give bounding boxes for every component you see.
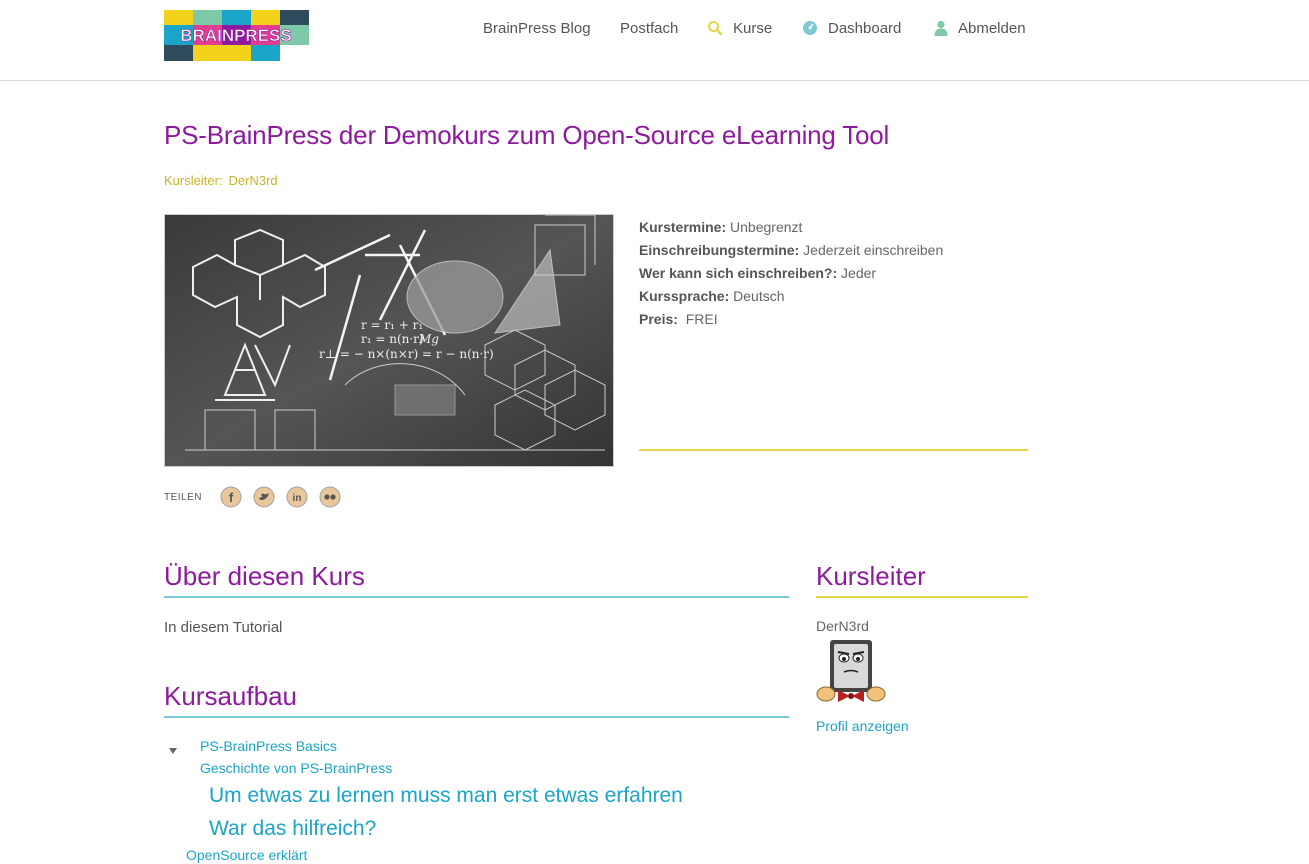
- instructor-name-link[interactable]: DerN3rd: [229, 173, 278, 188]
- about-divider: [164, 596, 789, 598]
- detail-enrollment: Einschreibungstermine: Jederzeit einschr…: [639, 242, 944, 258]
- search-icon: [707, 20, 723, 36]
- share-label: TEILEN: [164, 491, 203, 503]
- structure-heading: Kursaufbau: [164, 681, 297, 711]
- svg-text:r = r₁ + r₁: r = r₁ + r₁: [361, 318, 423, 332]
- brainpress-logo[interactable]: BRAINPRESS: [164, 10, 309, 61]
- course-image: r = r₁ + r₁ r₁ = n(n·r) r⊥ = − n×(n×r) =…: [164, 214, 614, 467]
- instructor-heading: Kursleiter: [816, 561, 926, 591]
- nav-courses[interactable]: Kurse: [707, 18, 772, 38]
- course-instructor: Kursleiter: DerN3rd: [164, 173, 278, 188]
- flickr-icon[interactable]: [319, 486, 341, 508]
- detail-dates: Kurstermine: Unbegrenzt: [639, 219, 803, 235]
- instructor-sidebar-name: DerN3rd: [816, 618, 869, 634]
- nav-blog[interactable]: BrainPress Blog: [483, 18, 591, 38]
- nav-dashboard-label: Dashboard: [828, 19, 902, 37]
- outline-unit-opensource[interactable]: OpenSource erklärt: [186, 847, 307, 863]
- instructor-avatar[interactable]: [816, 638, 888, 710]
- about-text: In diesem Tutorial: [164, 619, 283, 636]
- nav-logout[interactable]: Abmelden: [934, 18, 1026, 38]
- course-title: PS-BrainPress der Demokurs zum Open-Sour…: [164, 120, 890, 150]
- nav-courses-label: Kurse: [733, 19, 773, 37]
- svg-text:BRAINPRESS: BRAINPRESS: [180, 26, 291, 45]
- instructor-divider: [816, 596, 1028, 598]
- svg-text:in: in: [293, 493, 302, 504]
- nav-blog-label: BrainPress Blog: [483, 19, 591, 37]
- detail-language: Kurssprache: Deutsch: [639, 288, 785, 304]
- site-header: BRAINPRESS BrainPress Blog Postfach Kurs…: [0, 0, 1309, 81]
- svg-text:r⊥ = − n×(n×r) = r − n(n·r): r⊥ = − n×(n×r) = r − n(n·r): [319, 347, 494, 361]
- outline-module-basics[interactable]: PS-BrainPress Basics: [200, 738, 337, 754]
- structure-divider: [164, 716, 789, 718]
- share-bar: TEILEN f in: [164, 486, 352, 508]
- linkedin-icon[interactable]: in: [286, 486, 308, 508]
- svg-text:Mg: Mg: [418, 332, 439, 346]
- dashboard-icon: [802, 20, 818, 36]
- course-details: Kurstermine: Unbegrenzt Einschreibungste…: [639, 216, 943, 331]
- nav-inbox-label: Postfach: [620, 19, 679, 37]
- view-profile-link[interactable]: Profil anzeigen: [816, 718, 909, 734]
- svg-text:r₁ = n(n·r): r₁ = n(n·r): [361, 332, 424, 346]
- nav-inbox[interactable]: Postfach: [620, 18, 678, 38]
- nav-dashboard[interactable]: Dashboard: [802, 18, 901, 38]
- about-heading: Über diesen Kurs: [164, 561, 365, 591]
- instructor-label: Kursleiter:: [164, 173, 223, 188]
- nav-logout-label: Abmelden: [958, 19, 1026, 37]
- twitter-icon[interactable]: [253, 486, 275, 508]
- details-divider: [639, 449, 1028, 451]
- user-icon: [934, 20, 948, 36]
- outline-page-learn[interactable]: Um etwas zu lernen muss man erst etwas e…: [209, 784, 683, 808]
- detail-who: Wer kann sich einschreiben?: Jeder: [639, 265, 877, 281]
- collapse-toggle-icon[interactable]: [168, 742, 178, 760]
- outline-unit-history[interactable]: Geschichte von PS-BrainPress: [200, 760, 392, 776]
- detail-price: Preis: FREI: [639, 311, 718, 327]
- facebook-icon[interactable]: f: [220, 486, 242, 508]
- outline-page-helpful[interactable]: War das hilfreich?: [209, 817, 376, 841]
- svg-text:f: f: [229, 490, 234, 505]
